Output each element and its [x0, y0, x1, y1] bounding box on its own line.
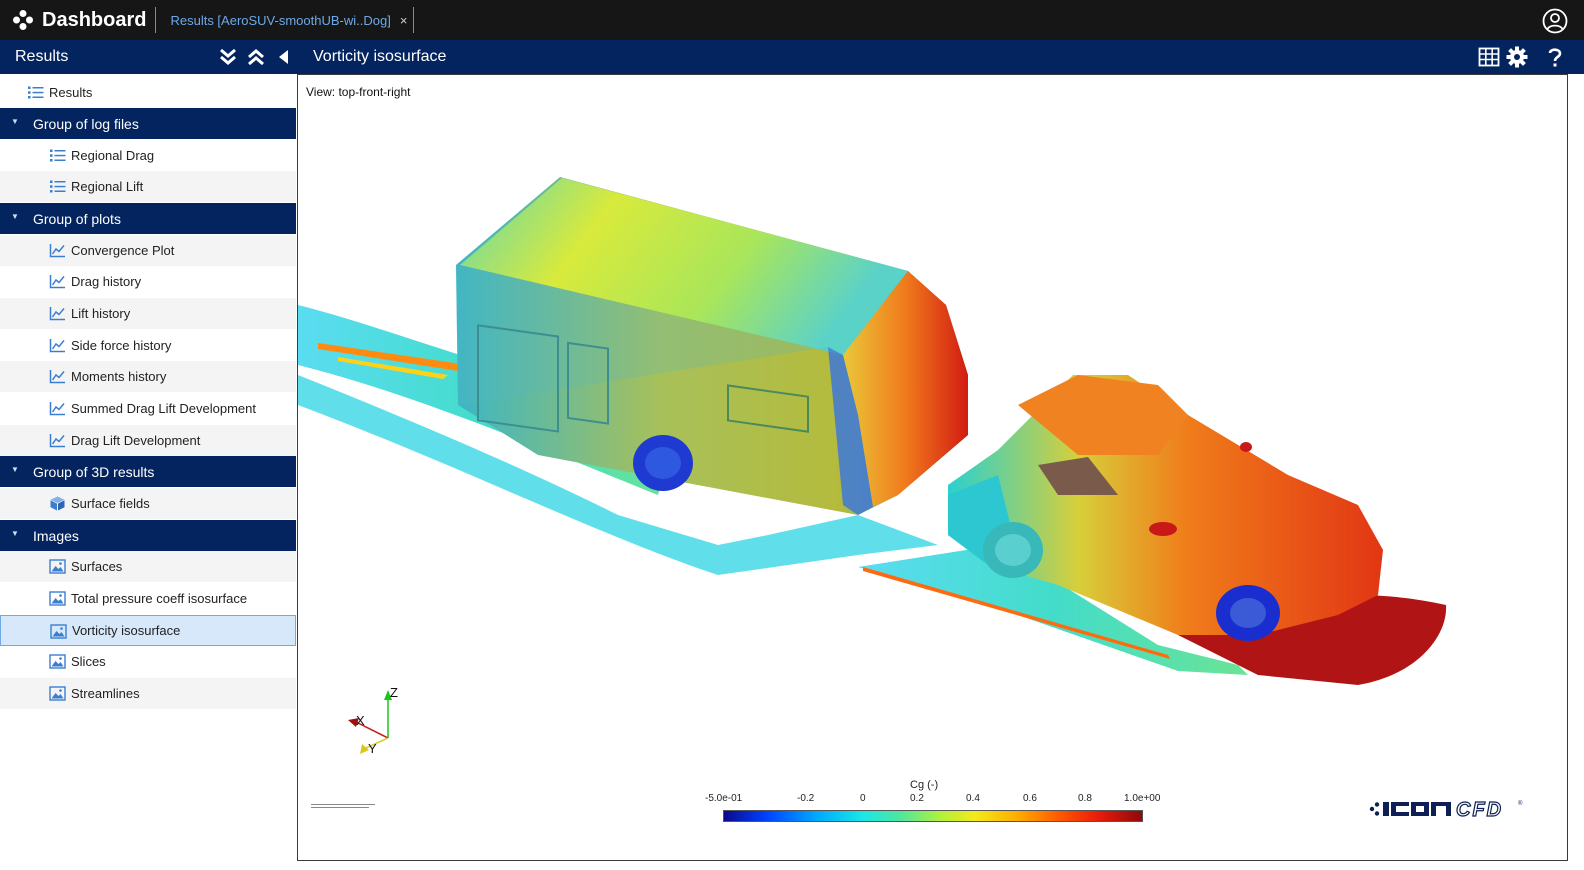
tree-item-drag-lift-development[interactable]: Drag Lift Development — [0, 425, 296, 456]
tree-item-summed-drag-lift[interactable]: Summed Drag Lift Development — [0, 393, 296, 424]
colorbar-tick: 0 — [860, 793, 866, 804]
svg-text:CFD: CFD — [1456, 799, 1503, 821]
header-bar: Results Vorticity isosurface — [0, 40, 1584, 74]
colorbar-tick: 0.8 — [1078, 793, 1092, 804]
colorbar — [723, 810, 1143, 822]
render-info-text — [311, 804, 375, 808]
group-label: Group of 3D results — [33, 463, 155, 480]
tree-item-surface-fields[interactable]: Surface fields — [0, 488, 296, 519]
tree-item-regional-lift[interactable]: Regional Lift — [0, 171, 296, 202]
tree-item-surfaces[interactable]: Surfaces — [0, 551, 296, 582]
collapse-all-icon[interactable] — [246, 47, 266, 67]
line-chart-icon — [49, 339, 65, 353]
tree-item-drag-history[interactable]: Drag history — [0, 266, 296, 297]
group-plots[interactable]: ▼ Group of plots — [0, 203, 296, 234]
tree-item-regional-drag[interactable]: Regional Drag — [0, 140, 296, 171]
group-3d-results[interactable]: ▼ Group of 3D results — [0, 456, 296, 487]
user-account-icon[interactable] — [1542, 8, 1568, 34]
colorbar-tick: -0.2 — [797, 793, 815, 804]
tab-close-button[interactable]: × — [400, 13, 408, 28]
help-icon[interactable] — [1544, 46, 1566, 68]
tree-item-label: Vorticity isosurface — [72, 623, 181, 638]
tree-item-side-force-history[interactable]: Side force history — [0, 330, 296, 361]
image-icon — [49, 686, 66, 701]
chevron-down-icon[interactable]: ▼ — [11, 212, 19, 221]
expand-all-icon[interactable] — [218, 47, 238, 67]
chevron-down-icon[interactable]: ▼ — [11, 465, 19, 474]
tree-item-label: Total pressure coeff isosurface — [71, 591, 248, 606]
svg-text:®: ® — [1518, 800, 1523, 807]
app-title: Dashboard — [42, 8, 147, 31]
image-icon — [49, 591, 66, 606]
image-icon — [49, 654, 66, 669]
tree-item-vorticity-isosurface[interactable]: Vorticity isosurface — [0, 615, 296, 646]
tree-item-label: Moments history — [71, 369, 167, 384]
tree-item-label: Drag Lift Development — [71, 433, 201, 448]
tree-item-label: Results — [49, 85, 93, 100]
line-chart-icon — [49, 244, 65, 258]
tree-item-label: Streamlines — [71, 686, 140, 701]
tree-item-label: Surface fields — [71, 496, 150, 511]
tree-item-slices[interactable]: Slices — [0, 646, 296, 677]
line-chart-icon — [49, 370, 65, 384]
vorticity-isosurface-render — [298, 177, 1447, 685]
chevron-down-icon[interactable]: ▼ — [11, 117, 19, 126]
colorbar-tick: 1.0e+00 — [1124, 793, 1161, 804]
tree-item-moments-history[interactable]: Moments history — [0, 361, 296, 392]
list-icon — [50, 180, 66, 193]
tree-item-label: Side force history — [71, 338, 172, 353]
group-label: Group of plots — [33, 210, 121, 227]
image-icon — [50, 624, 67, 639]
cube-icon — [50, 496, 65, 511]
line-chart-icon — [49, 434, 65, 448]
tab-label[interactable]: Results [AeroSUV-smoothUB-wi..Dog] — [170, 13, 390, 28]
divider — [413, 7, 415, 33]
view-title: Vorticity isosurface — [313, 48, 447, 65]
tree-item-label: Regional Drag — [71, 148, 155, 163]
tree-item-streamlines[interactable]: Streamlines — [0, 678, 296, 709]
axis-label-x: X — [356, 713, 365, 728]
results-sidebar: Results ▼ Group of log files Regional Dr… — [0, 74, 296, 870]
tree-item-convergence-plot[interactable]: Convergence Plot — [0, 235, 296, 266]
tree-item-label: Convergence Plot — [71, 243, 175, 258]
panel-title: Results — [15, 48, 69, 65]
tree-root-results[interactable]: Results — [0, 77, 296, 108]
group-label: Images — [33, 527, 79, 544]
brand[interactable]: Dashboard — [0, 0, 146, 40]
tab-results[interactable]: Results [AeroSUV-smoothUB-wi..Dog] × — [170, 0, 407, 40]
colorbar-tick: 0.2 — [910, 793, 924, 804]
collapse-panel-icon[interactable] — [274, 47, 294, 67]
axis-label-y: Y — [368, 741, 377, 756]
group-label: Group of log files — [33, 115, 139, 132]
tree-item-lift-history[interactable]: Lift history — [0, 298, 296, 329]
list-icon — [28, 86, 44, 99]
image-icon — [49, 559, 66, 574]
list-icon — [50, 149, 66, 162]
colorbar-title: Cg (-) — [910, 779, 939, 791]
image-viewer[interactable]: View: top-front-right Z X Y Cg (-) -5.0e… — [297, 74, 1568, 861]
gear-icon[interactable] — [1506, 46, 1528, 68]
group-images[interactable]: ▼ Images — [0, 520, 296, 551]
divider — [155, 7, 157, 33]
tree-item-total-pressure[interactable]: Total pressure coeff isosurface — [0, 583, 296, 614]
colorbar-tick: 0.6 — [1023, 793, 1037, 804]
line-chart-icon — [49, 275, 65, 289]
tree-item-label: Summed Drag Lift Development — [71, 401, 256, 416]
axis-label-z: Z — [390, 685, 398, 700]
group-log-files[interactable]: ▼ Group of log files — [0, 108, 296, 139]
table-icon[interactable] — [1478, 46, 1500, 68]
top-bar: Dashboard Results [AeroSUV-smoothUB-wi..… — [0, 0, 1584, 40]
colorbar-tick: -5.0e-01 — [705, 793, 743, 804]
colorbar-tick: 0.4 — [966, 793, 980, 804]
line-chart-icon — [49, 307, 65, 321]
line-chart-icon — [49, 402, 65, 416]
tree-item-label: Drag history — [71, 274, 142, 289]
chevron-down-icon[interactable]: ▼ — [11, 529, 19, 538]
tree-item-label: Surfaces — [71, 559, 123, 574]
tree-item-label: Slices — [71, 654, 106, 669]
tree-item-label: Lift history — [71, 306, 131, 321]
tree-item-label: Regional Lift — [71, 179, 144, 194]
iconcfd-logo: CFD ® — [1369, 798, 1523, 821]
dashboard-logo-icon — [13, 10, 33, 30]
